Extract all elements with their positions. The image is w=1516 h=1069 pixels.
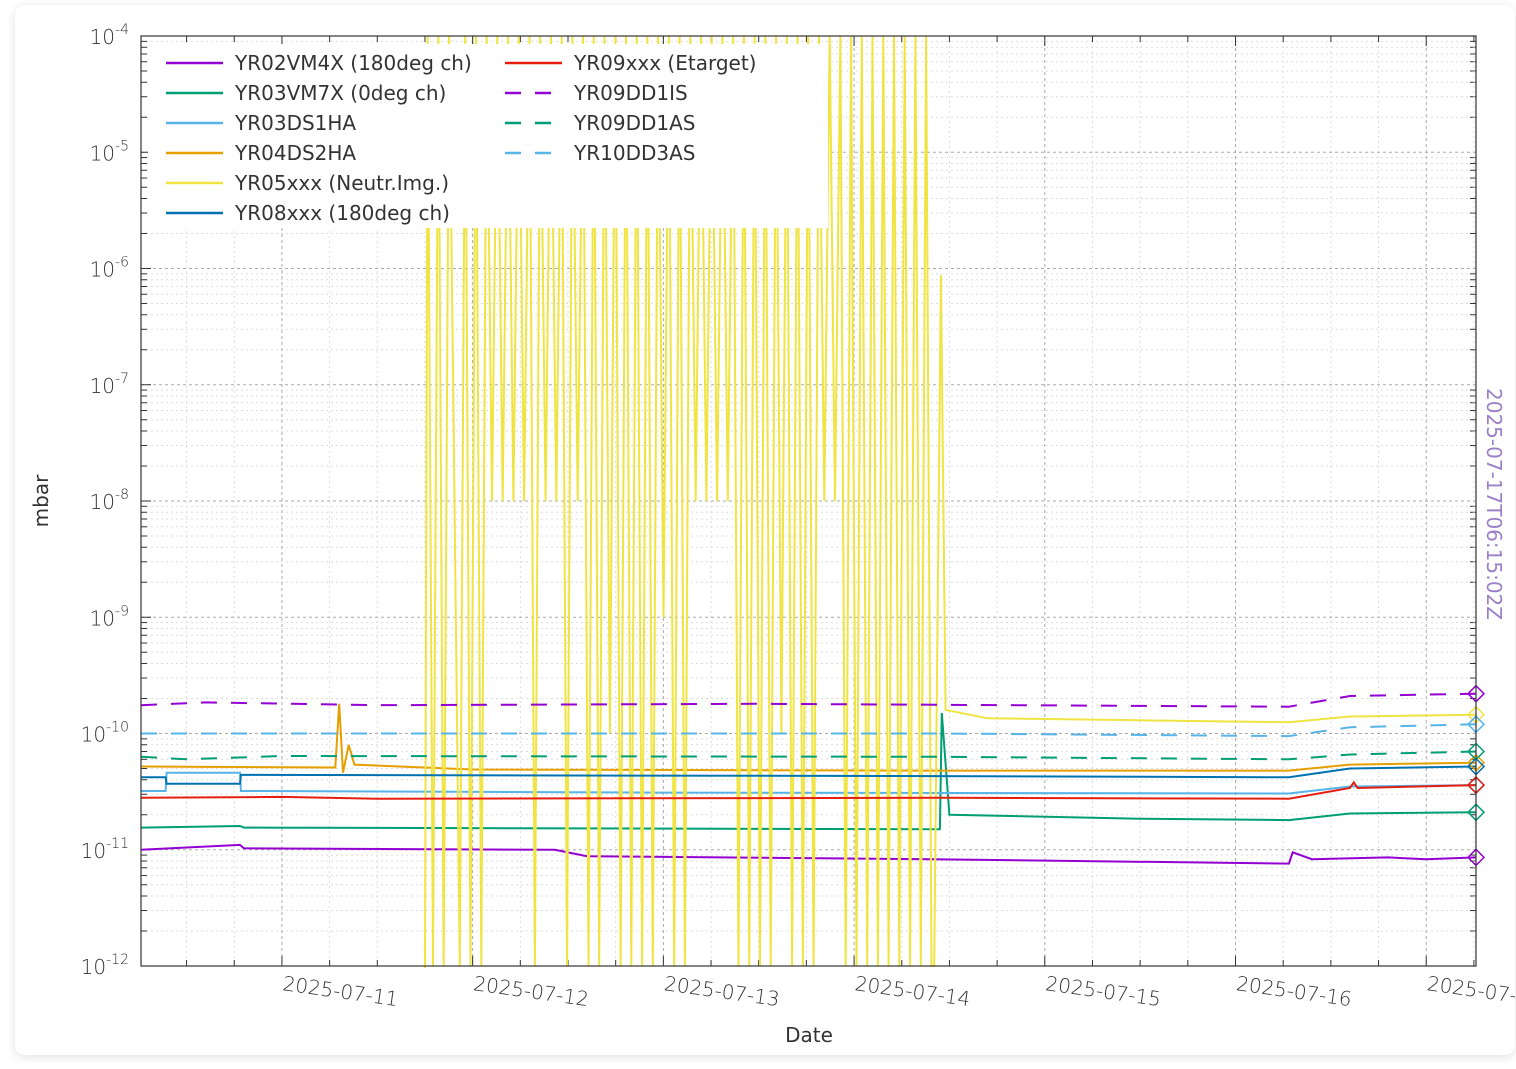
legend-label: YR10DD3AS xyxy=(573,141,695,165)
legend: YR02VM4X (180deg ch) YR03VM7X (0deg ch) YR… xyxy=(148,44,828,228)
chart-card: 10-4 10-5 10-6 10-7 10-8 10-9 10-10 10-11 10-12 2… xyxy=(15,5,1515,1055)
legend-label: YR09DD1AS xyxy=(573,111,695,135)
y-tick-label: 10-8 xyxy=(90,487,129,514)
y-tick-exponent: -12 xyxy=(106,952,129,968)
y-tick-base: 10 xyxy=(90,25,115,49)
y-tick-base: 10 xyxy=(81,955,106,979)
y-tick-label: 10-4 xyxy=(90,22,129,49)
y-tick-base: 10 xyxy=(81,839,106,863)
series-line xyxy=(140,703,1477,773)
y-tick-exponent: -6 xyxy=(115,255,129,271)
y-tick-exponent: -7 xyxy=(115,371,129,387)
y-tick-label: 10-7 xyxy=(90,371,129,398)
x-tick-label: 2025-07-16 xyxy=(1235,971,1353,1011)
y-tick-exponent: -4 xyxy=(115,22,129,38)
legend-label: YR02VM4X (180deg ch) xyxy=(234,51,472,75)
y-tick-base: 10 xyxy=(90,606,115,630)
legend-label: YR03DS1HA xyxy=(234,111,356,135)
y-tick-label: 10-12 xyxy=(81,952,129,979)
series-line xyxy=(140,692,1477,708)
y-tick-exponent: -10 xyxy=(106,720,129,736)
x-axis-label: Date xyxy=(785,1023,833,1047)
y-tick-base: 10 xyxy=(81,723,106,747)
y-tick-exponent: -5 xyxy=(115,138,129,154)
legend-label: YR03VM7X (0deg ch) xyxy=(234,81,446,105)
x-tick-label: 2025-07-15 xyxy=(1044,971,1162,1011)
series-line xyxy=(141,765,1477,785)
y-axis-label: mbar xyxy=(29,474,53,527)
legend-label: YR05xxx (Neutr.Img.) xyxy=(234,171,449,195)
y-tick-base: 10 xyxy=(90,141,115,165)
y-tick-label: 10-10 xyxy=(81,720,129,747)
y-tick-exponent: -11 xyxy=(106,836,129,852)
y-tick-base: 10 xyxy=(90,490,115,514)
y-tick-label: 10-11 xyxy=(81,836,129,863)
legend-label: YR04DS2HA xyxy=(234,141,356,165)
y-tick-exponent: -8 xyxy=(115,487,129,503)
timestamp-annotation: 2025-07-17T06:15:02Z xyxy=(1482,388,1506,620)
legend-label: YR09DD1IS xyxy=(573,81,688,105)
x-tick-label: 2025-07-13 xyxy=(663,971,781,1011)
chart-svg: 10-410-510-610-710-810-910-1010-1110-122… xyxy=(29,22,1515,1047)
legend-label: YR09xxx (Etarget) xyxy=(573,51,756,75)
x-tick-label: 2025-07-11 xyxy=(281,971,399,1011)
x-tick-label: 2025-07-17 xyxy=(1426,971,1515,1011)
legend-label: YR08xxx (180deg ch) xyxy=(234,201,450,225)
y-tick-label: 10-9 xyxy=(90,603,129,630)
y-tick-label: 10-6 xyxy=(90,255,129,282)
y-tick-label: 10-5 xyxy=(90,138,129,165)
x-tick-label: 2025-07-14 xyxy=(853,971,971,1011)
y-tick-exponent: -9 xyxy=(115,603,129,619)
y-tick-base: 10 xyxy=(90,258,115,282)
x-tick-label: 2025-07-12 xyxy=(472,971,590,1011)
y-tick-base: 10 xyxy=(90,374,115,398)
